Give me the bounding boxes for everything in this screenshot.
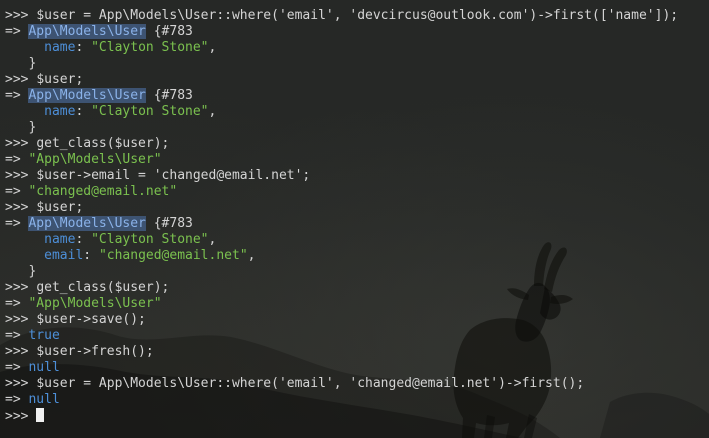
terminal-text-segment: {#783 <box>145 24 193 39</box>
terminal-text-segment: $user->fresh(); <box>36 344 154 359</box>
terminal-text-segment: } <box>5 120 37 135</box>
terminal-line: => null <box>5 392 709 408</box>
terminal-text-segment: {#783 <box>145 88 193 103</box>
terminal-text-segment: "changed@email.net" <box>28 184 178 199</box>
terminal-text-segment: => <box>5 296 29 311</box>
terminal-line: name: "Clayton Stone", <box>5 104 709 120</box>
terminal-text-segment: >>> <box>5 344 37 359</box>
terminal-line: >>> $user->fresh(); <box>5 344 709 360</box>
terminal-text-segment: => <box>5 392 29 407</box>
terminal-line: => App\Models\User {#783 <box>5 24 709 40</box>
terminal-line: } <box>5 56 709 72</box>
terminal-text-segment: => <box>5 152 29 167</box>
terminal-line: >>> get_class($user); <box>5 136 709 152</box>
terminal-text-segment: => <box>5 360 29 375</box>
terminal-line: >>> $user = App\Models\User::where('emai… <box>5 8 709 24</box>
terminal-text-segment: $user->email = 'changed@email.net'; <box>36 168 311 183</box>
terminal-text-segment: "changed@email.net" <box>98 248 248 263</box>
terminal-text-segment: >>> <box>5 280 37 295</box>
terminal-text-segment: App\Models\User <box>28 216 146 231</box>
terminal-text-segment: "App\Models\User" <box>28 152 162 167</box>
terminal-text-segment: >>> <box>5 168 37 183</box>
terminal-text-segment: >>> <box>5 136 37 151</box>
terminal-text-segment: : <box>75 232 92 247</box>
terminal-text-segment: => <box>5 184 29 199</box>
terminal-line: } <box>5 264 709 280</box>
terminal-text-segment: "App\Models\User" <box>28 296 162 311</box>
terminal-line: => null <box>5 360 709 376</box>
terminal-text-segment: => <box>5 328 29 343</box>
terminal-text-segment: "Clayton Stone" <box>91 40 209 55</box>
terminal-text-segment: : <box>83 248 99 263</box>
terminal-text-segment: "Clayton Stone" <box>91 232 209 247</box>
terminal-text-segment: App\Models\User <box>28 88 146 103</box>
terminal-text-segment: App\Models\User <box>28 24 146 39</box>
terminal-text-segment: => <box>5 216 29 231</box>
terminal-line: >>> $user->email = 'changed@email.net'; <box>5 168 709 184</box>
terminal-text-segment: "Clayton Stone" <box>91 104 209 119</box>
terminal-text-segment: >>> <box>5 376 37 391</box>
terminal-line: } <box>5 120 709 136</box>
terminal-text-segment: get_class($user); <box>36 136 170 151</box>
terminal-line: => true <box>5 328 709 344</box>
terminal-text-segment: null <box>28 360 60 375</box>
terminal-line: name: "Clayton Stone", <box>5 232 709 248</box>
terminal-text-segment: , <box>247 248 256 263</box>
terminal-text-segment: : <box>75 104 92 119</box>
terminal-text-segment: >>> <box>5 72 37 87</box>
terminal-text-segment: $user->save(); <box>36 312 146 327</box>
terminal-line: => App\Models\User {#783 <box>5 88 709 104</box>
terminal-text-segment: } <box>5 56 37 71</box>
terminal-line: >>> $user; <box>5 72 709 88</box>
terminal-text-segment: } <box>5 264 37 279</box>
terminal-line: >>> get_class($user); <box>5 280 709 296</box>
terminal-text-segment: $user; <box>36 72 84 87</box>
terminal-line: => "App\Models\User" <box>5 296 709 312</box>
terminal-text-segment: name <box>44 232 76 247</box>
terminal-line: >>> $user->save(); <box>5 312 709 328</box>
terminal-text-segment: $user = App\Models\User::where('email', … <box>36 376 585 391</box>
terminal-text-segment: , <box>208 232 217 247</box>
terminal-output[interactable]: >>> $user = App\Models\User::where('emai… <box>5 8 709 438</box>
terminal-line: >>> <box>5 408 709 424</box>
terminal-text-segment: : <box>75 40 92 55</box>
terminal-text-segment: {#783 <box>145 216 193 231</box>
terminal-text-segment: name <box>44 104 76 119</box>
terminal-text-segment: >>> <box>5 409 37 424</box>
terminal-text-segment: , <box>208 40 217 55</box>
terminal-text-segment: $user = App\Models\User::where('email', … <box>36 8 679 23</box>
terminal-line: => App\Models\User {#783 <box>5 216 709 232</box>
terminal-text-segment: >>> <box>5 200 37 215</box>
terminal-text-segment: >>> <box>5 312 37 327</box>
terminal-text-segment: , <box>208 104 217 119</box>
terminal-text-segment: null <box>28 392 60 407</box>
terminal-text-segment: => <box>5 24 29 39</box>
terminal-text-segment: >>> <box>5 8 37 23</box>
terminal-line: => "App\Models\User" <box>5 152 709 168</box>
terminal-line: email: "changed@email.net", <box>5 248 709 264</box>
terminal-line: => "changed@email.net" <box>5 184 709 200</box>
terminal-text-segment: get_class($user); <box>36 280 170 295</box>
terminal-line: >>> $user = App\Models\User::where('emai… <box>5 376 709 392</box>
terminal-text-segment: email <box>44 248 84 263</box>
terminal-line: >>> $user; <box>5 200 709 216</box>
terminal-text-segment: => <box>5 88 29 103</box>
terminal-text-segment: true <box>28 328 60 343</box>
terminal-text-segment: name <box>44 40 76 55</box>
terminal-text-segment: $user; <box>36 200 84 215</box>
terminal-line: name: "Clayton Stone", <box>5 40 709 56</box>
block-cursor-icon <box>36 408 45 422</box>
